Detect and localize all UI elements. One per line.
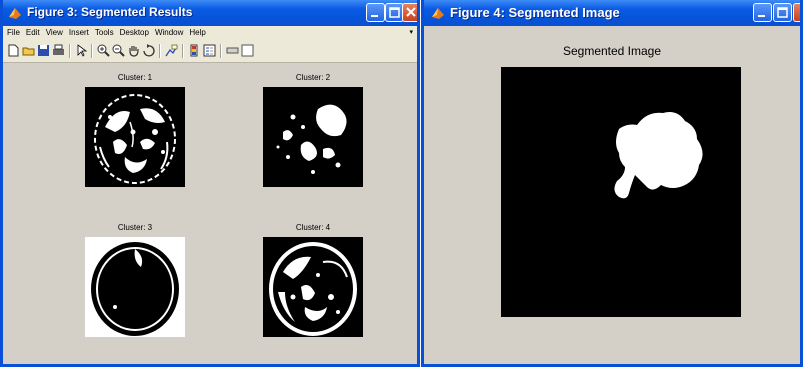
pan-icon[interactable] [127, 44, 140, 57]
cluster-4-segmentation [269, 242, 357, 336]
minimize-button[interactable] [753, 3, 772, 22]
colorbar-icon[interactable] [188, 44, 201, 57]
cluster-3-title: Cluster: 3 [117, 223, 153, 232]
toolbar-separator [69, 44, 71, 58]
menu-overflow-arrow[interactable]: ▾ [409, 26, 413, 40]
data-cursor-icon[interactable] [165, 44, 178, 57]
menu-window[interactable]: Window [155, 26, 183, 40]
toolbar-separator [159, 44, 161, 58]
figure3-canvas: Cluster: 1 Cluster: 2 Cluster: 3 Cluster… [3, 63, 417, 364]
cluster-1-title: Cluster: 1 [117, 73, 153, 82]
menu-edit[interactable]: Edit [26, 26, 40, 40]
print-icon[interactable] [52, 44, 65, 57]
hide-tools-icon[interactable] [226, 44, 239, 57]
legend-icon[interactable] [203, 44, 216, 57]
menu-tools[interactable]: Tools [95, 26, 114, 40]
cluster-3-segmentation [91, 242, 179, 336]
maximize-icon [777, 7, 788, 18]
cluster-2-segmentation [276, 104, 347, 174]
cluster-2-title: Cluster: 2 [295, 73, 331, 82]
show-tools-icon[interactable] [241, 44, 254, 57]
cluster-3-image [85, 237, 185, 337]
zoom-in-icon[interactable] [97, 44, 110, 57]
menu-view[interactable]: View [46, 26, 63, 40]
close-button[interactable] [793, 3, 800, 22]
toolbar-separator [91, 44, 93, 58]
figure4-canvas: Segmented Image [424, 26, 800, 364]
figure4-title: Figure 4: Segmented Image [450, 5, 620, 20]
close-button[interactable] [402, 3, 417, 22]
menu-insert[interactable]: Insert [69, 26, 89, 40]
matlab-logo-icon [9, 8, 21, 19]
minimize-icon [758, 15, 765, 17]
cluster-4-title: Cluster: 4 [295, 223, 331, 232]
toolbar-separator [182, 44, 184, 58]
cluster-2-image [263, 87, 363, 187]
zoom-out-icon[interactable] [112, 44, 125, 57]
save-icon[interactable] [37, 44, 50, 57]
close-icon [406, 7, 416, 17]
menu-desktop[interactable]: Desktop [120, 26, 149, 40]
figure4-window: Figure 4: Segmented Image Segmented Imag… [421, 0, 803, 367]
figure3-titlebar[interactable]: Figure 3: Segmented Results [3, 0, 417, 26]
open-icon[interactable] [22, 44, 35, 57]
matlab-logo-icon [432, 8, 444, 19]
segmented-image-axes [501, 67, 741, 317]
toolbar-separator [220, 44, 222, 58]
tumor-region-mask [614, 112, 703, 199]
new-icon[interactable] [7, 44, 20, 57]
pointer-icon[interactable] [75, 44, 88, 57]
figure3-toolbar [3, 40, 417, 63]
maximize-icon [389, 7, 400, 18]
figure3-window: Figure 3: Segmented Results File Edit View… [0, 0, 420, 367]
menu-file[interactable]: File [7, 26, 20, 40]
figure3-title: Figure 3: Segmented Results [27, 5, 193, 19]
minimize-icon [371, 15, 378, 17]
figure3-menubar: File Edit View Insert Tools Desktop Window Help… [3, 26, 417, 40]
cluster-1-image [85, 87, 185, 187]
minimize-button[interactable] [366, 3, 385, 22]
maximize-button[interactable] [773, 3, 792, 22]
menu-help[interactable]: Help [189, 26, 205, 40]
rotate-icon[interactable] [142, 44, 155, 57]
figure4-titlebar[interactable]: Figure 4: Segmented Image [424, 0, 800, 26]
cluster-1-segmentation [94, 94, 176, 184]
cluster-4-image [263, 237, 363, 337]
segmented-image-title: Segmented Image [562, 44, 662, 58]
